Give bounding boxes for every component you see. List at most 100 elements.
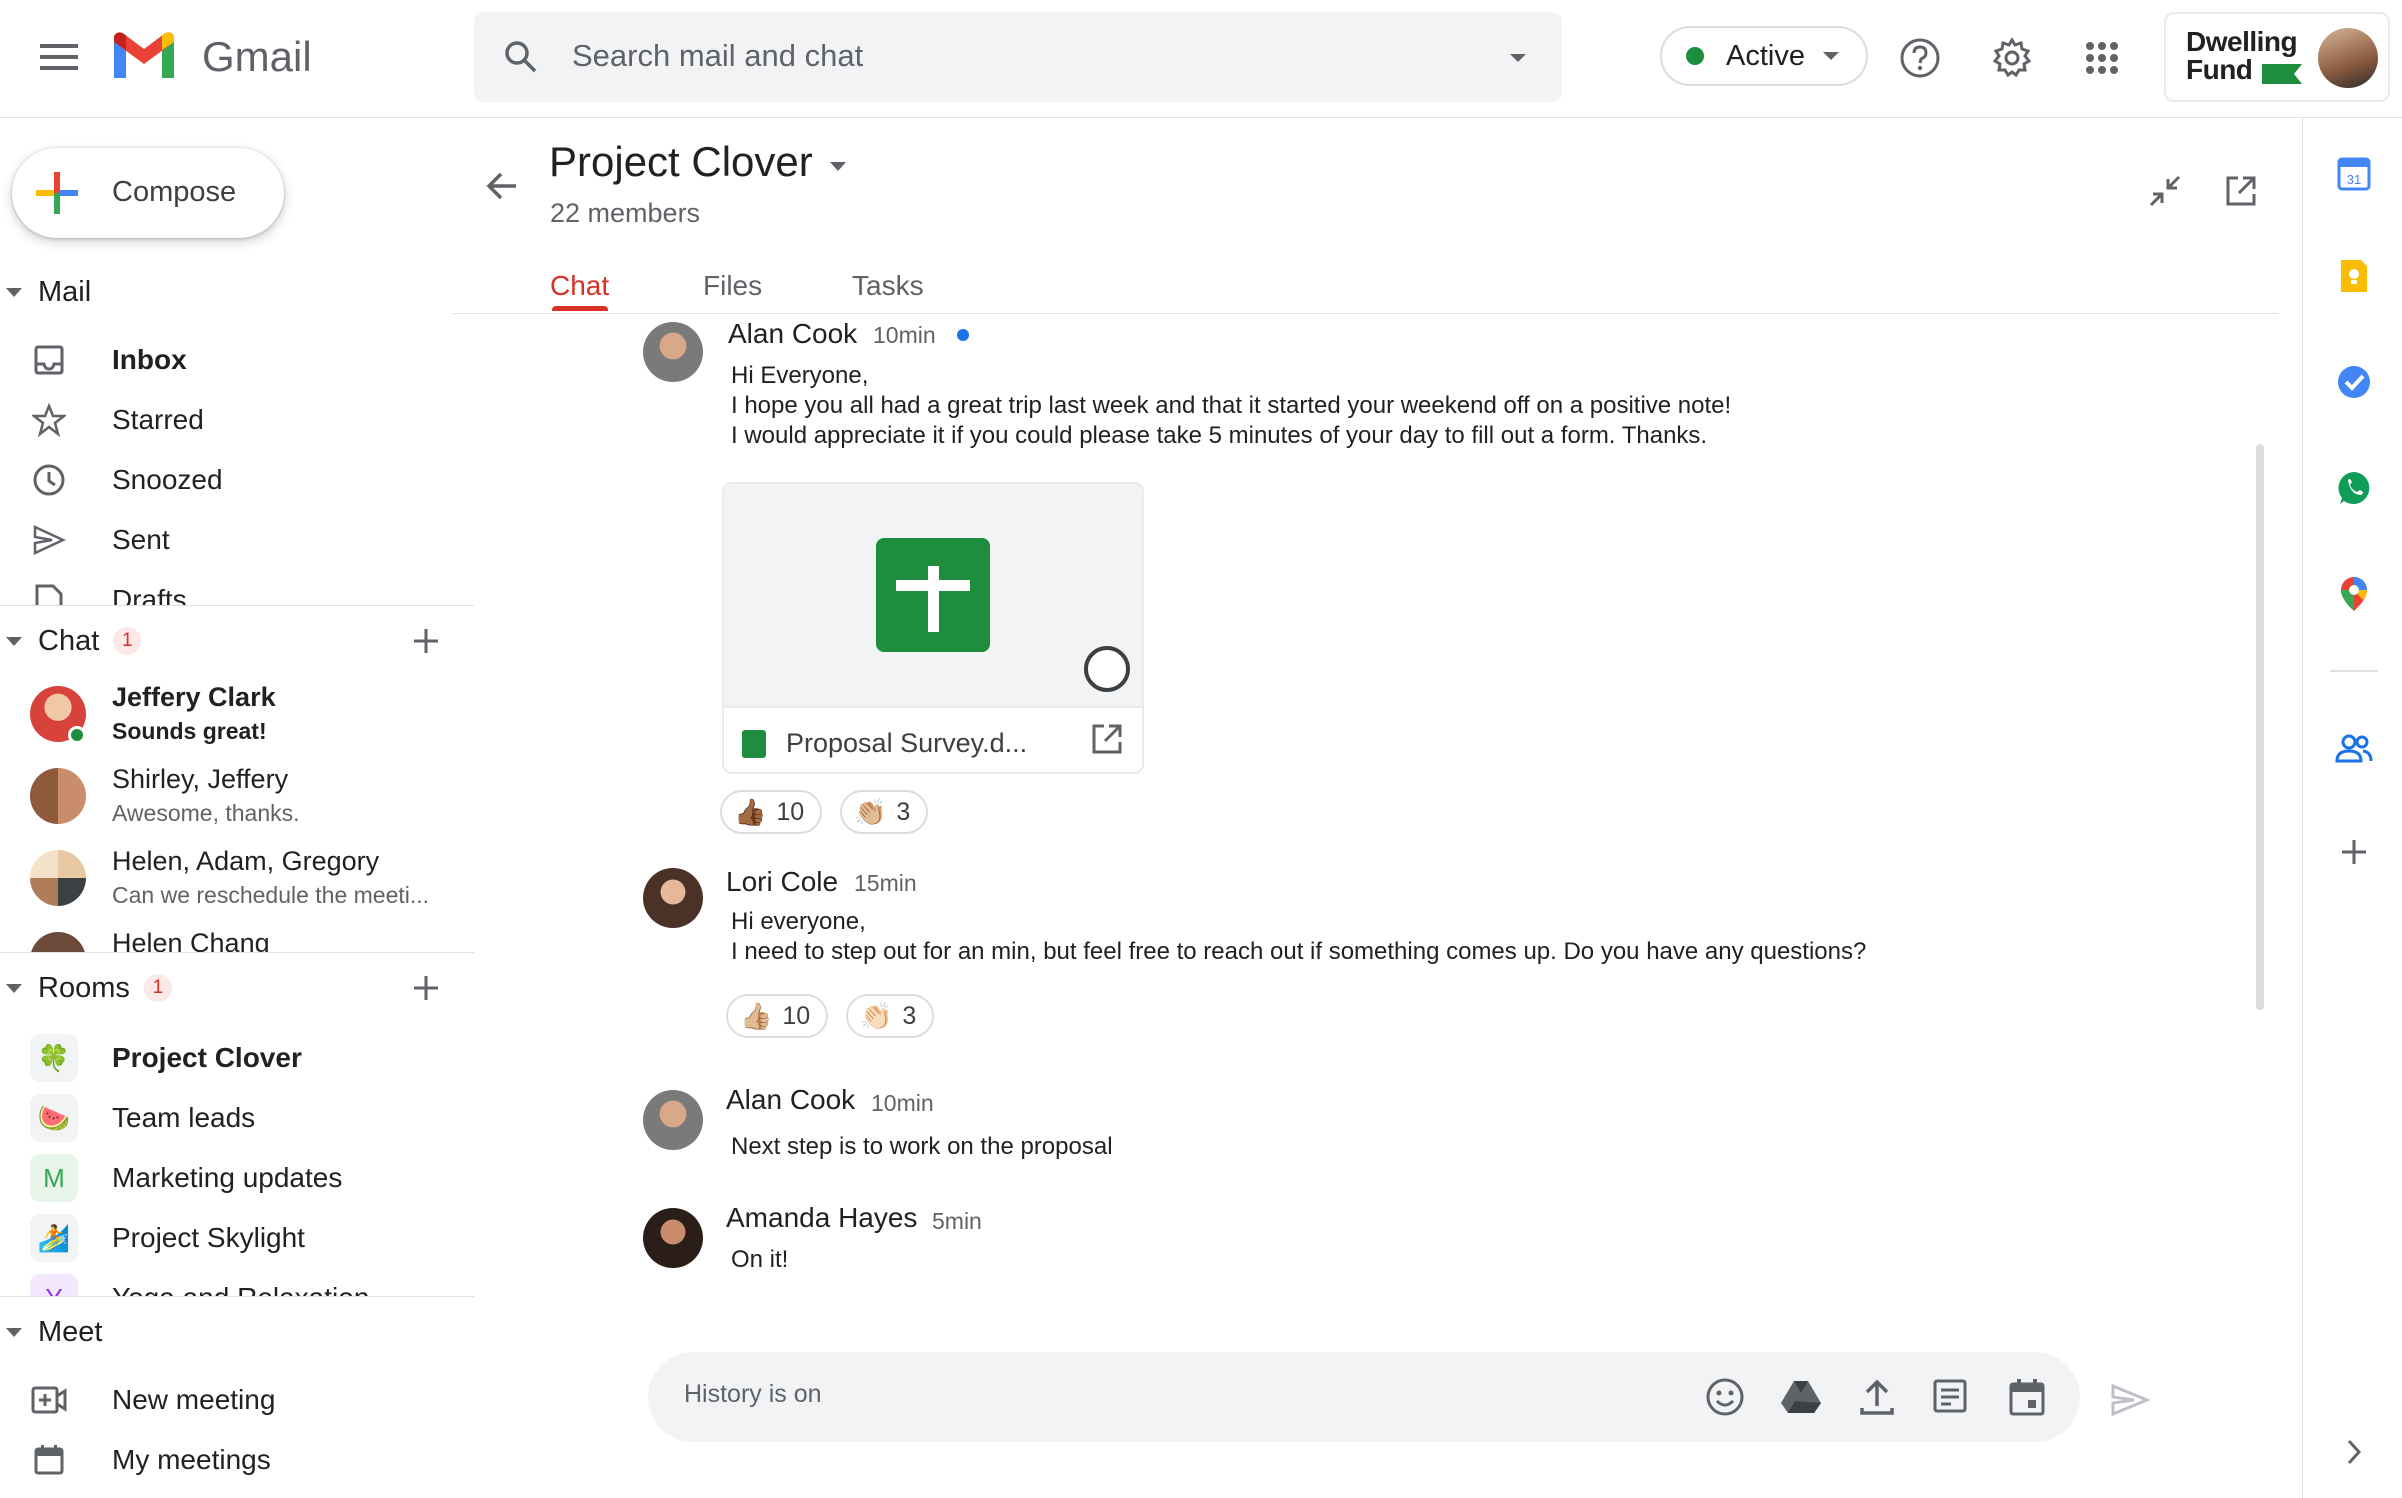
room-title[interactable]: Project Clover [549,138,813,186]
room-item-project-skylight[interactable]: 🏄 Project Skylight [30,1210,450,1266]
tab-files[interactable]: Files [703,270,762,302]
chat-item-shirley-jeffery[interactable]: Shirley, Jeffery Awesome, thanks. [30,758,470,832]
my-meetings-button[interactable]: My meetings [30,1434,450,1486]
message-input[interactable]: History is on [684,1380,822,1409]
add-room-plus-icon[interactable] [406,968,446,1008]
search-bar[interactable]: Search mail and chat [474,12,1562,102]
search-input[interactable]: Search mail and chat [572,38,863,74]
collapse-icon[interactable] [2140,166,2190,216]
member-count[interactable]: 22 members [550,198,700,229]
clock-icon [30,461,68,499]
tab-chat[interactable]: Chat [550,270,609,302]
letter-y-icon: Y [30,1274,78,1296]
add-chat-plus-icon[interactable] [406,621,446,661]
keep-app-icon[interactable] [2330,252,2378,300]
avatar[interactable] [643,322,703,382]
message-time: 10min [871,1090,934,1116]
chat-item-jeffery-clark[interactable]: Jeffery Clark Sounds great! [30,676,470,750]
nav-drafts[interactable]: Drafts [30,574,450,606]
nav-sent[interactable]: Sent [30,514,450,566]
avatar[interactable] [643,1090,703,1150]
send-icon[interactable] [2106,1376,2154,1424]
status-label: Active [1726,39,1805,72]
reaction-count: 10 [782,1001,811,1030]
avatar[interactable] [643,1208,703,1268]
reaction-thumbs-up[interactable]: 👍🏼 10 [726,994,829,1038]
unread-badge: 1 [143,974,172,1002]
compose-button[interactable]: Compose [12,148,284,238]
rooms-section-header[interactable]: Rooms 1 [0,968,172,1008]
room-item-yoga[interactable]: Y Yoga and Relaxation [30,1270,450,1296]
app-name: Gmail [202,33,312,80]
room-item-project-clover[interactable]: 🍀 Project Clover [30,1030,450,1086]
room-item-team-leads[interactable]: 🍉 Team leads [30,1090,450,1146]
top-bar: Gmail Search mail and chat Active Dwelli… [0,0,2402,118]
chat-name: Helen, Adam, Gregory [112,846,380,876]
chevron-right-icon[interactable] [2330,1428,2378,1476]
help-icon[interactable] [1892,30,1948,86]
gmail-logo-icon[interactable] [110,28,178,86]
chat-name: Helen Chang [112,928,270,952]
divider [0,952,474,953]
message-author[interactable]: Amanda Hayes [726,1202,917,1234]
message-author[interactable]: Lori Cole [726,866,838,898]
message-text: I would appreciate it if you could pleas… [731,422,1708,449]
calendar-app-icon[interactable]: 31 [2330,150,2378,198]
message-author[interactable]: Alan Cook [726,1084,855,1116]
reaction-clap[interactable]: 👏🏼 3 [840,790,929,834]
attachment-name[interactable]: Proposal Survey.d... [786,728,1027,759]
open-in-new-icon[interactable] [1090,722,1130,762]
avatar [30,768,86,824]
avatar[interactable] [2318,28,2378,88]
mail-section-label: Mail [38,275,92,308]
room-label: Yoga and Relaxation [112,1282,369,1296]
scrollbar[interactable] [2256,444,2264,1010]
new-meeting-button[interactable]: New meeting [30,1374,450,1426]
main-menu-icon[interactable] [30,28,88,86]
apps-grid-icon[interactable] [2074,30,2130,86]
divider [2302,118,2303,1498]
tasks-app-icon[interactable] [2330,358,2378,406]
message-author[interactable]: Alan Cook [728,318,857,350]
compose-label: Compose [112,176,237,208]
reaction-thumbs-up[interactable]: 👍🏾 10 [720,790,823,834]
reaction-clap[interactable]: 👏🏻 3 [846,994,935,1038]
account-switcher[interactable]: Dwelling Fund [2164,12,2390,102]
plus-icon [34,170,80,216]
tab-tasks[interactable]: Tasks [852,270,924,302]
create-doc-icon[interactable] [1928,1374,1974,1420]
chat-item-helen-chang[interactable]: Helen Chang [30,922,470,952]
room-item-marketing-updates[interactable]: M Marketing updates [30,1150,450,1206]
attachment-card[interactable]: Proposal Survey.d... [722,482,1144,774]
search-options-caret-icon[interactable] [1500,40,1536,76]
search-icon[interactable] [496,32,546,82]
back-arrow-icon[interactable] [476,160,528,212]
nav-inbox[interactable]: Inbox [30,334,450,386]
attachment-preview[interactable] [724,484,1142,708]
voice-app-icon[interactable] [2330,464,2378,512]
status-selector[interactable]: Active [1660,26,1868,86]
chat-section-header[interactable]: Chat 1 [0,621,142,661]
room-menu-chevron-down-icon[interactable] [830,162,846,171]
room-label: Team leads [112,1102,256,1133]
maps-app-icon[interactable] [2330,570,2378,618]
nav-label: Drafts [112,584,187,606]
nav-starred[interactable]: Starred [30,394,450,446]
avatar[interactable] [643,868,703,928]
schedule-calendar-icon[interactable] [2004,1374,2050,1420]
chat-item-helen-adam-gregory[interactable]: Helen, Adam, Gregory Can we reschedule t… [30,840,470,914]
upload-icon[interactable] [1854,1374,1900,1420]
add-addon-plus-icon[interactable] [2330,828,2378,876]
mail-section-header[interactable]: Mail [0,272,91,312]
drive-icon[interactable] [1778,1374,1824,1420]
meet-section-header[interactable]: Meet [0,1312,102,1352]
contacts-app-icon[interactable] [2330,724,2378,772]
chat-list: Jeffery Clark Sounds great! Shirley, Jef… [0,676,474,952]
open-in-new-icon[interactable] [2216,166,2266,216]
send-icon [30,521,68,559]
chevron-down-icon [6,1327,22,1337]
nav-snoozed[interactable]: Snoozed [30,454,450,506]
message-composer[interactable]: History is on [648,1352,2080,1442]
emoji-icon[interactable] [1702,1374,1748,1420]
gear-icon[interactable] [1984,30,2040,86]
